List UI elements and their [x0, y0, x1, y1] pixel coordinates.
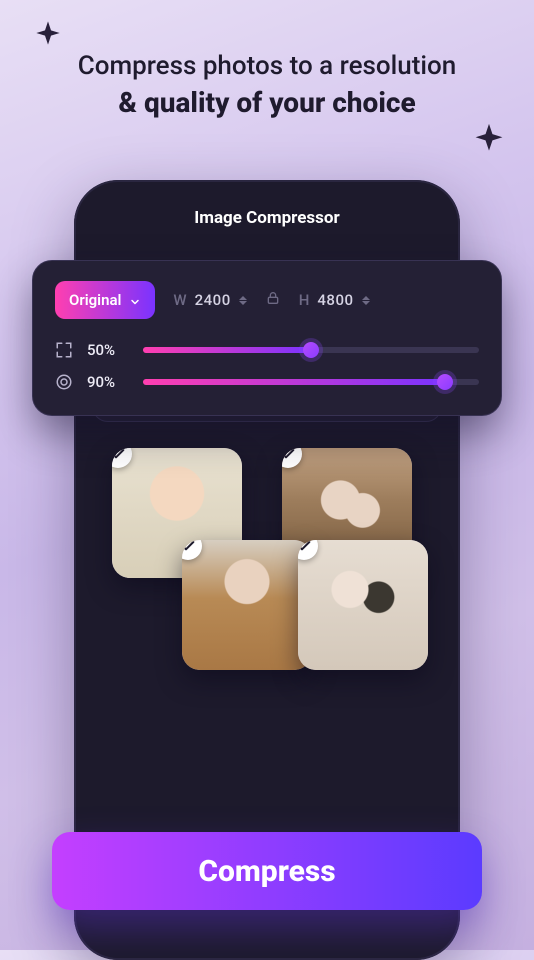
slider-thumb	[303, 342, 319, 358]
resize-slider[interactable]	[143, 347, 479, 353]
width-stepper[interactable]: W 2400	[173, 291, 246, 309]
controls-panel: Original W 2400 H 4800 50%	[32, 260, 502, 416]
stepper-arrows-icon	[362, 296, 370, 305]
height-label: H	[299, 291, 310, 309]
preset-dropdown[interactable]: Original	[55, 281, 155, 319]
slider-thumb	[437, 374, 453, 390]
quality-percent: 90%	[87, 373, 129, 391]
compress-label: Compress	[198, 854, 335, 889]
quality-icon	[55, 373, 73, 391]
headline: Compress photos to a resolution & qualit…	[0, 50, 534, 120]
quality-slider-row: 90%	[55, 373, 479, 391]
headline-line1: Compress photos to a resolution	[0, 50, 534, 83]
compress-button[interactable]: Compress	[52, 832, 482, 910]
preset-label: Original	[69, 291, 121, 309]
height-value: 4800	[317, 291, 353, 309]
thumbnail-image	[182, 540, 312, 670]
width-label: W	[173, 291, 186, 309]
sparkle-icon	[466, 120, 512, 166]
thumbnails-grid	[108, 448, 426, 728]
resize-percent: 50%	[87, 341, 129, 359]
width-value: 2400	[195, 291, 231, 309]
height-stepper[interactable]: H 4800	[299, 291, 370, 309]
resize-slider-row: 50%	[55, 341, 479, 359]
quality-slider[interactable]	[143, 379, 479, 385]
stepper-arrows-icon	[239, 296, 247, 305]
thumbnail[interactable]	[182, 540, 312, 670]
chevron-down-icon	[129, 294, 141, 306]
resize-icon	[55, 341, 73, 359]
page-title: Image Compressor	[74, 208, 460, 228]
thumbnail[interactable]	[298, 540, 428, 670]
headline-line2: & quality of your choice	[0, 85, 534, 120]
thumbnail-image	[298, 540, 428, 670]
slider-fill	[143, 379, 445, 385]
slider-fill	[143, 347, 311, 353]
lock-icon[interactable]	[265, 290, 281, 310]
